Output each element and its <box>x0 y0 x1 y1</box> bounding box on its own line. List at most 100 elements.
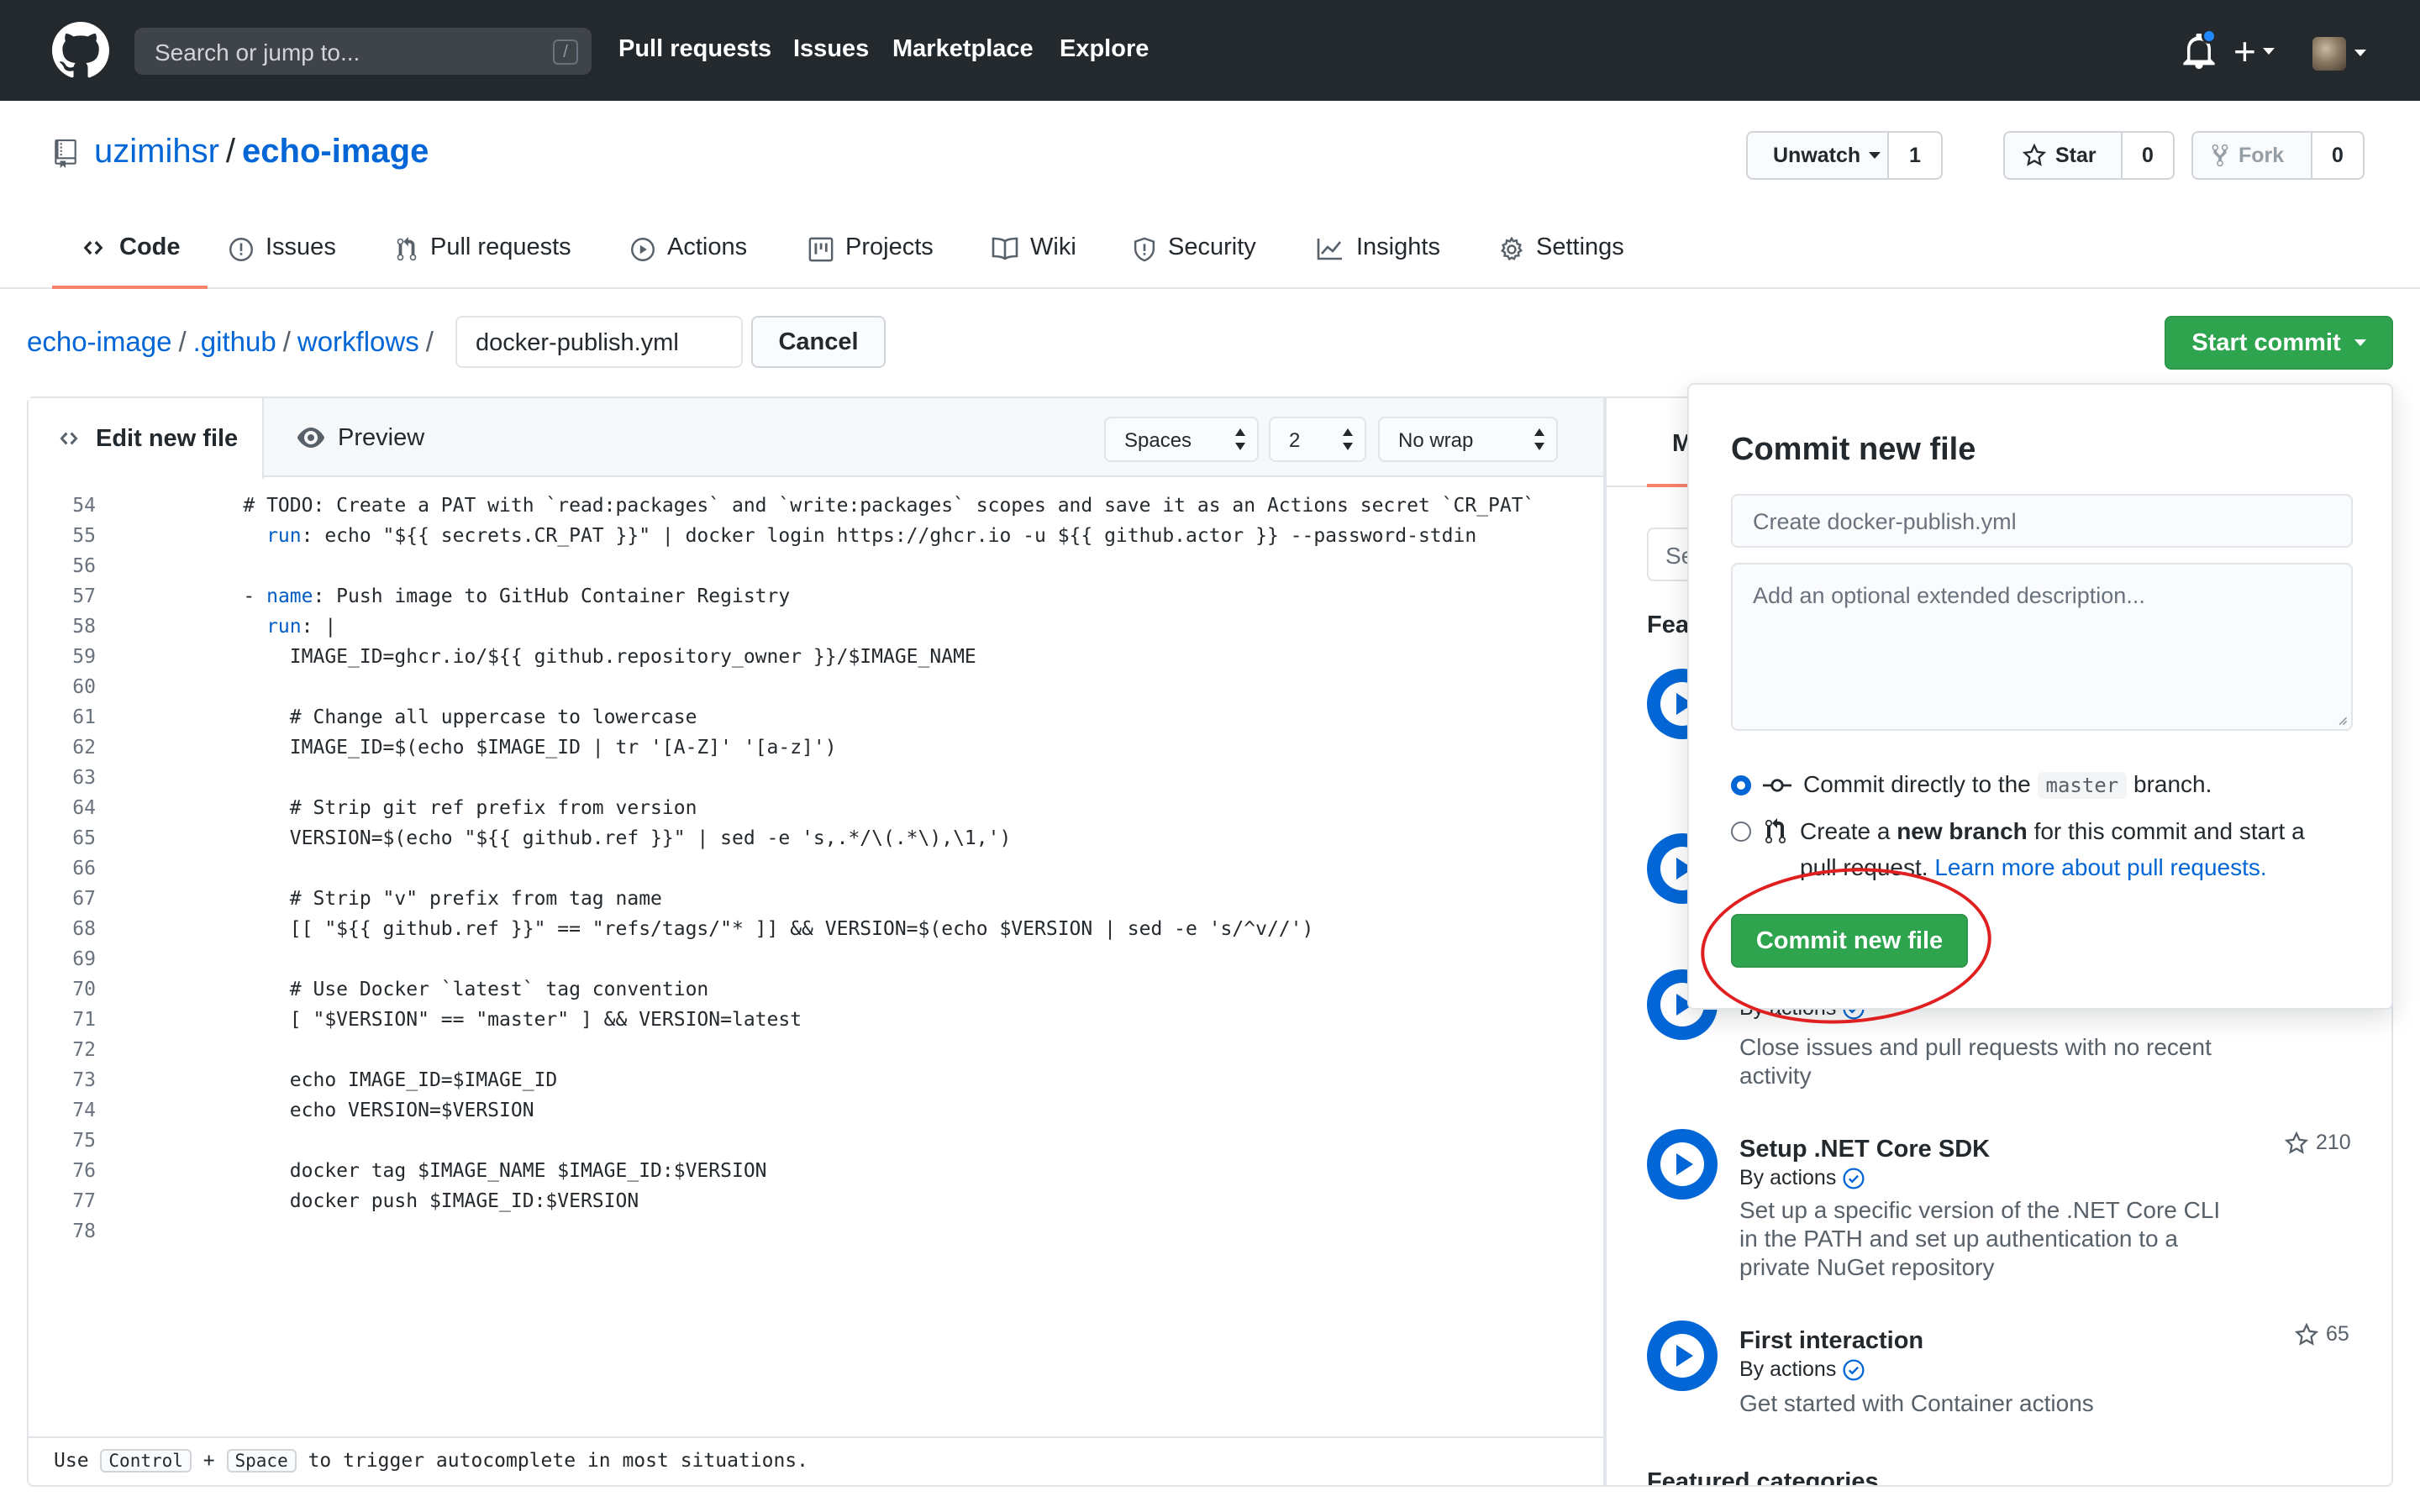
code-line[interactable]: 59 IMAGE_ID=ghcr.io/${{ github.repositor… <box>29 642 1603 672</box>
line-number: 70 <box>72 979 96 1000</box>
code-line[interactable]: 54 # TODO: Create a PAT with `read:packa… <box>29 491 1603 521</box>
tab-wiki[interactable]: Wiki <box>992 234 1076 289</box>
start-commit-button[interactable]: Start commit <box>2165 316 2393 370</box>
radio-commit-direct[interactable] <box>1731 774 1751 795</box>
star-button[interactable]: Star <box>2005 133 2123 178</box>
code-line[interactable]: 70 # Use Docker `latest` tag convention <box>29 974 1603 1005</box>
option-new-branch-text: Create a new branch for this commit and … <box>1800 813 2371 885</box>
avatar[interactable] <box>2312 37 2346 71</box>
play-icon[interactable] <box>1647 1129 1718 1200</box>
code-line[interactable]: 62 IMAGE_ID=$(echo $IMAGE_ID | tr '[A-Z]… <box>29 732 1603 763</box>
search-input[interactable]: Search or jump to... / <box>134 28 592 75</box>
nav-marketplace[interactable]: Marketplace <box>892 35 1034 63</box>
play-icon[interactable] <box>1647 1320 1718 1391</box>
code-area[interactable]: 54 # TODO: Create a PAT with `read:packa… <box>29 491 1603 1247</box>
fork-count[interactable]: 0 <box>2312 133 2363 178</box>
chevron-down-icon <box>1869 152 1881 159</box>
repo-owner-link[interactable]: uzimihsr <box>94 133 219 170</box>
code-line[interactable]: 74 echo VERSION=$VERSION <box>29 1095 1603 1126</box>
code-text: IMAGE_ID=$(echo $IMAGE_ID | tr '[A-Z]' '… <box>197 737 837 759</box>
code-text: # TODO: Create a PAT with `read:packages… <box>197 495 1535 517</box>
plus-icon: + <box>2233 29 2256 73</box>
code-line[interactable]: 66 <box>29 853 1603 884</box>
line-number: 56 <box>72 555 96 577</box>
line-content: run: echo "${{ secrets.CR_PAT }}" | dock… <box>197 521 1476 551</box>
commit-new-file-button[interactable]: Commit new file <box>1731 914 1968 968</box>
radio-new-branch[interactable] <box>1731 822 1751 842</box>
cancel-button[interactable]: Cancel <box>751 316 886 368</box>
nav-explore[interactable]: Explore <box>1060 35 1149 63</box>
action-title[interactable]: Setup .NET Core SDK <box>1739 1136 1990 1163</box>
tab-settings[interactable]: Settings <box>1499 234 1624 289</box>
tab-preview[interactable]: Preview <box>297 398 424 477</box>
learn-more-link[interactable]: Learn more about pull requests. <box>1934 854 2266 880</box>
resize-grip-icon[interactable] <box>2336 714 2348 726</box>
chevron-down-icon <box>2262 48 2275 55</box>
code-line[interactable]: 72 <box>29 1035 1603 1065</box>
unwatch-button[interactable]: Unwatch <box>1748 133 1889 178</box>
fork-button[interactable]: Fork <box>2193 133 2312 178</box>
code-line[interactable]: 55 run: echo "${{ secrets.CR_PAT }}" | d… <box>29 521 1603 551</box>
tab-projects[interactable]: Projects <box>808 234 934 289</box>
code-line[interactable]: 78 <box>29 1216 1603 1247</box>
code-line[interactable]: 68 [[ "${{ github.ref }}" == "refs/tags/… <box>29 914 1603 944</box>
tab-actions[interactable]: Actions <box>630 234 747 289</box>
chevron-down-icon[interactable] <box>2354 50 2366 56</box>
unread-indicator-dot <box>2202 29 2217 44</box>
star-count[interactable]: 0 <box>2123 133 2173 178</box>
code-line[interactable]: 60 <box>29 672 1603 702</box>
action-title[interactable]: First interaction <box>1739 1327 1923 1355</box>
nav-pull-requests[interactable]: Pull requests <box>618 35 771 63</box>
tab-edit-new-file[interactable]: Edit new file <box>29 398 264 479</box>
line-content: # Strip "v" prefix from tag name <box>197 884 662 914</box>
option-new-suffix: for this commit and start a <box>2033 818 2305 844</box>
code-icon <box>60 432 78 445</box>
code-line[interactable]: 75 <box>29 1126 1603 1156</box>
nav-issues[interactable]: Issues <box>793 35 869 63</box>
filename-input[interactable]: docker-publish.yml <box>455 316 743 368</box>
code-line[interactable]: 76 docker tag $IMAGE_NAME $IMAGE_ID:$VER… <box>29 1156 1603 1186</box>
github-logo-icon[interactable] <box>52 22 109 79</box>
indent-mode-select[interactable]: Spaces <box>1104 417 1259 462</box>
tab-pull-requests[interactable]: Pull requests <box>395 234 571 289</box>
tab-code[interactable]: Code <box>52 234 208 289</box>
option-commit-direct[interactable]: Commit directly to the master branch. <box>1731 766 2212 804</box>
code-line[interactable]: 71 [ "$VERSION" == "master" ] && VERSION… <box>29 1005 1603 1035</box>
code-line[interactable]: 67 # Strip "v" prefix from tag name <box>29 884 1603 914</box>
code-text: echo IMAGE_ID=$IMAGE_ID <box>197 1069 558 1091</box>
code-line[interactable]: 77 docker push $IMAGE_ID:$VERSION <box>29 1186 1603 1216</box>
breadcrumb-github-link[interactable]: .github <box>193 326 276 357</box>
tab-security[interactable]: Security <box>1133 234 1256 289</box>
featured-categories-heading: Featured categories <box>1647 1470 1879 1485</box>
line-content: [ "$VERSION" == "master" ] && VERSION=la… <box>197 1005 802 1035</box>
code-line[interactable]: 61 # Change all uppercase to lowercase <box>29 702 1603 732</box>
hint-plus: + <box>203 1450 215 1472</box>
tab-code-label: Code <box>119 234 181 260</box>
tab-issues[interactable]: Issues <box>229 234 336 289</box>
repo-name-link[interactable]: echo-image <box>242 133 429 170</box>
code-line[interactable]: 73 echo IMAGE_ID=$IMAGE_ID <box>29 1065 1603 1095</box>
create-new-menu[interactable]: + <box>2233 32 2275 71</box>
commit-summary-input[interactable]: Create docker-publish.yml <box>1731 494 2353 548</box>
breadcrumb-workflows-link[interactable]: workflows <box>297 326 419 357</box>
indent-size-select[interactable]: 2 <box>1269 417 1366 462</box>
code-line[interactable]: 64 # Strip git ref prefix from version <box>29 793 1603 823</box>
code-line[interactable]: 56 <box>29 551 1603 581</box>
tab-issues-label: Issues <box>266 234 336 260</box>
breadcrumb-repo-link[interactable]: echo-image <box>27 326 171 357</box>
line-number: 76 <box>72 1160 96 1182</box>
commit-description-textarea[interactable]: Add an optional extended description... <box>1731 563 2353 731</box>
option-new-branch[interactable]: Create a new branch for this commit and … <box>1731 813 2371 885</box>
line-content: IMAGE_ID=ghcr.io/${{ github.repository_o… <box>197 642 976 672</box>
slash-shortcut-badge: / <box>553 39 578 65</box>
fork-label: Fork <box>2238 143 2285 167</box>
code-line[interactable]: 63 <box>29 763 1603 793</box>
wrap-mode-select[interactable]: No wrap <box>1378 417 1558 462</box>
tab-insights[interactable]: Insights <box>1316 234 1440 289</box>
code-line[interactable]: 58 run: | <box>29 612 1603 642</box>
watch-count[interactable]: 1 <box>1889 133 1941 178</box>
code-line[interactable]: 65 VERSION=$(echo "${{ github.ref }}" | … <box>29 823 1603 853</box>
line-number: 60 <box>72 676 96 698</box>
code-line[interactable]: 69 <box>29 944 1603 974</box>
code-line[interactable]: 57 - name: Push image to GitHub Containe… <box>29 581 1603 612</box>
